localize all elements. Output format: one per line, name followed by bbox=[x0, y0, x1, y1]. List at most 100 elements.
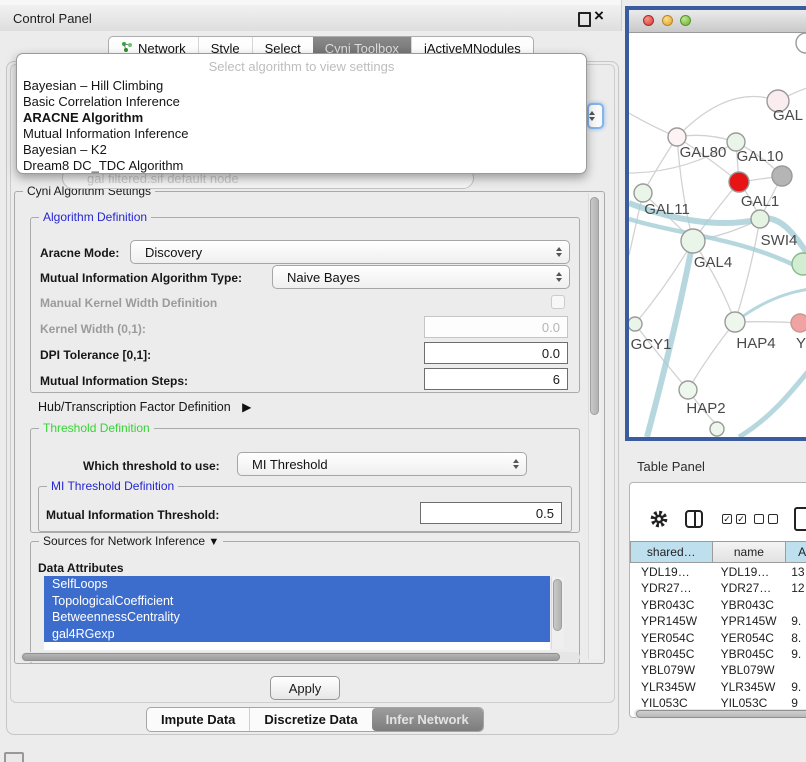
chevron-down-icon: ▼ bbox=[208, 536, 219, 548]
node-partial-bottom[interactable] bbox=[710, 422, 724, 436]
application-window: Control Panel × Network Style Select Cyn… bbox=[0, 0, 806, 762]
algorithm-definition-title: Algorithm Definition bbox=[39, 210, 151, 224]
column-header-shared[interactable]: shared… bbox=[630, 541, 713, 563]
node-gray[interactable] bbox=[772, 166, 792, 186]
settings-scrollbar-horizontal[interactable] bbox=[20, 652, 580, 662]
network-view-window[interactable]: GAL GAL80 GAL10 GAL1 GAL11 SWI4 GAL4 GCY… bbox=[625, 6, 806, 441]
cell-name: YBL079W bbox=[713, 662, 787, 678]
node-partial-top[interactable] bbox=[796, 33, 806, 53]
dropdown-item-dream8[interactable]: Dream8 DC_TDC Algorithm bbox=[17, 158, 586, 174]
apply-button[interactable]: Apply bbox=[270, 676, 340, 700]
table-header-row: shared… name A bbox=[630, 541, 806, 563]
table-scrollbar-horizontal-thumb[interactable] bbox=[636, 710, 806, 718]
table-row[interactable]: YBR043C YBR043C bbox=[630, 597, 806, 613]
tab-impute-data[interactable]: Impute Data bbox=[147, 708, 249, 731]
checked-box-icon: ✓ bbox=[736, 514, 746, 524]
mi-steps-field[interactable]: 6 bbox=[424, 368, 568, 390]
node-label: GAL80 bbox=[680, 144, 727, 161]
document-icon[interactable] bbox=[794, 507, 806, 531]
node-hap2[interactable] bbox=[679, 381, 697, 399]
cell-shared: YDR27… bbox=[630, 580, 713, 596]
table-row[interactable]: YBL079W YBL079W bbox=[630, 662, 806, 678]
kernel-width-field[interactable]: 0.0 bbox=[424, 316, 568, 338]
spinner-updown-icon bbox=[556, 272, 562, 282]
mi-steps-value: 6 bbox=[553, 372, 560, 387]
attributes-scrollbar-vertical[interactable] bbox=[551, 577, 564, 649]
list-item[interactable]: BetweennessCentrality bbox=[44, 609, 550, 626]
table-scrollbar-horizontal[interactable] bbox=[634, 709, 806, 718]
sources-group-title[interactable]: Sources for Network Inference ▼ bbox=[39, 534, 223, 548]
column-header-partial[interactable]: A bbox=[786, 541, 806, 563]
dpi-tolerance-field[interactable]: 0.0 bbox=[424, 342, 568, 364]
node-label: GAL11 bbox=[644, 201, 690, 218]
node-label: GAL bbox=[773, 107, 803, 124]
mac-close-icon[interactable] bbox=[643, 15, 654, 26]
which-threshold-label: Which threshold to use: bbox=[83, 459, 220, 473]
node-gal11[interactable] bbox=[634, 184, 652, 202]
cell-shared: YPR145W bbox=[630, 613, 713, 629]
select-all-checkboxes-icon[interactable]: ✓✓ bbox=[722, 514, 746, 524]
mi-type-select[interactable]: Naive Bayes bbox=[272, 265, 570, 289]
close-icon[interactable]: × bbox=[594, 6, 604, 26]
table-row[interactable]: YIL053C YIL053C 9 bbox=[630, 695, 806, 708]
tab-infer-network[interactable]: Infer Network bbox=[372, 708, 483, 731]
table-row[interactable]: YLR345W YLR345W 9. bbox=[630, 679, 806, 695]
aracne-mode-select[interactable]: Discovery bbox=[130, 240, 570, 264]
settings-scrollbar-thumb[interactable] bbox=[590, 197, 599, 415]
node-gal4[interactable] bbox=[681, 229, 705, 253]
which-threshold-select[interactable]: MI Threshold bbox=[237, 452, 527, 476]
cell-value: 9. bbox=[786, 613, 806, 629]
focused-combo-spinner[interactable] bbox=[587, 103, 604, 129]
settings-scrollbar-horizontal-thumb[interactable] bbox=[22, 653, 560, 661]
list-item[interactable]: TopologicalCoefficient bbox=[44, 593, 550, 610]
node-hap4[interactable] bbox=[725, 312, 745, 332]
table-row[interactable]: YDR27… YDR27… 12 bbox=[630, 580, 806, 596]
node-gcy1[interactable] bbox=[629, 317, 642, 331]
dropdown-item-bayesian-k2[interactable]: Bayesian – K2 bbox=[17, 142, 586, 158]
network-canvas[interactable]: GAL GAL80 GAL10 GAL1 GAL11 SWI4 GAL4 GCY… bbox=[629, 33, 806, 437]
cell-value bbox=[786, 597, 806, 613]
tab-discretize-data[interactable]: Discretize Data bbox=[249, 708, 371, 731]
node-gal1-green[interactable] bbox=[751, 210, 769, 228]
cell-name: YDL19… bbox=[713, 564, 787, 580]
aracne-mode-label: Aracne Mode: bbox=[40, 246, 119, 260]
deselect-all-checkboxes-icon[interactable] bbox=[754, 514, 778, 524]
hub-definition-label: Hub/Transcription Factor Definition bbox=[38, 400, 231, 414]
dropdown-item-bayesian-hill[interactable]: Bayesian – Hill Climbing bbox=[17, 78, 586, 94]
settings-scrollbar-vertical[interactable] bbox=[588, 193, 601, 659]
which-threshold-value: MI Threshold bbox=[252, 457, 328, 472]
dropdown-item-aracne[interactable]: ARACNE Algorithm bbox=[17, 110, 586, 126]
manual-kernel-checkbox[interactable] bbox=[551, 295, 565, 309]
node-swi4[interactable] bbox=[792, 253, 806, 275]
mac-zoom-icon[interactable] bbox=[680, 15, 691, 26]
list-item[interactable]: gal4RGexp bbox=[44, 626, 550, 643]
control-panel-titlebar[interactable] bbox=[0, 5, 622, 31]
node-label: GAL10 bbox=[737, 148, 784, 165]
split-columns-icon[interactable] bbox=[685, 510, 703, 528]
table-row[interactable]: YER054C YER054C 8. bbox=[630, 630, 806, 646]
mac-minimize-icon[interactable] bbox=[662, 15, 673, 26]
list-item[interactable]: SelfLoops bbox=[44, 576, 550, 593]
table-row[interactable]: YBR045C YBR045C 9. bbox=[630, 646, 806, 662]
cell-value: 8. bbox=[786, 630, 806, 646]
hub-definition-expander[interactable]: Hub/Transcription Factor Definition ▶ bbox=[38, 400, 251, 414]
cell-name: YIL053C bbox=[713, 695, 787, 708]
node-gal1-red[interactable] bbox=[729, 172, 749, 192]
aracne-mode-value: Discovery bbox=[145, 245, 202, 260]
mi-type-value: Naive Bayes bbox=[287, 270, 360, 285]
float-window-icon[interactable] bbox=[578, 12, 591, 27]
algorithm-dropdown-list: Select algorithm to view settings Bayesi… bbox=[16, 53, 587, 174]
dropdown-item-mutual-information[interactable]: Mutual Information Inference bbox=[17, 126, 586, 142]
collapsed-panel-icon[interactable] bbox=[4, 752, 24, 762]
dropdown-item-basic-correlation[interactable]: Basic Correlation Inference bbox=[17, 94, 586, 110]
control-panel-title: Control Panel bbox=[13, 11, 92, 26]
mi-threshold-field[interactable]: 0.5 bbox=[420, 502, 562, 524]
attributes-scrollbar-thumb[interactable] bbox=[553, 579, 562, 631]
table-row[interactable]: YDL19… YDL19… 13 bbox=[630, 564, 806, 580]
table-row[interactable]: YPR145W YPR145W 9. bbox=[630, 613, 806, 629]
spinner-updown-icon bbox=[513, 459, 519, 469]
gear-icon[interactable] bbox=[649, 509, 669, 534]
network-window-titlebar[interactable] bbox=[629, 10, 806, 33]
column-header-name[interactable]: name bbox=[713, 541, 787, 563]
node-salmon[interactable] bbox=[791, 314, 806, 332]
